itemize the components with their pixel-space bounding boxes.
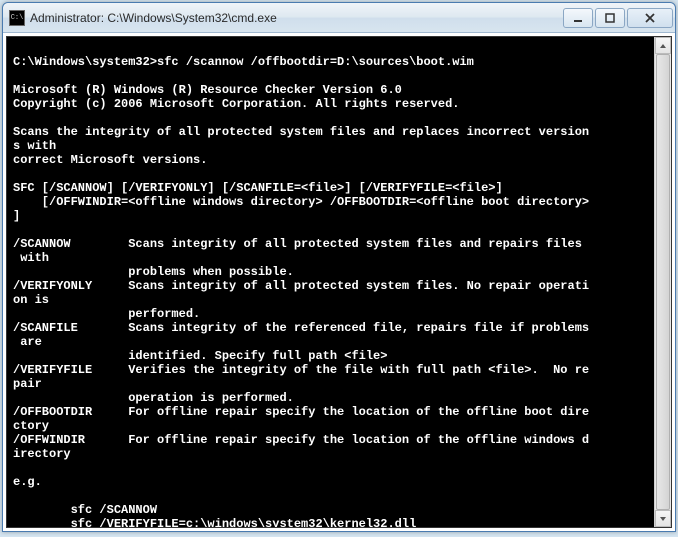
output-line: ctory <box>13 419 49 433</box>
console-area[interactable]: C:\Windows\system32>sfc /scannow /offboo… <box>6 36 672 528</box>
output-line: identified. Specify full path <file> <box>13 349 387 363</box>
output-line: with <box>13 251 49 265</box>
cmd-window: C:\ Administrator: C:\Windows\System32\c… <box>2 2 676 532</box>
output-line: sfc /VERIFYFILE=c:\windows\system32\kern… <box>13 517 416 528</box>
output-line: operation is performed. <box>13 391 294 405</box>
scroll-up-button[interactable] <box>655 37 671 54</box>
output-line: /VERIFYFILE Verifies the integrity of th… <box>13 363 589 377</box>
scroll-thumb[interactable] <box>656 54 670 510</box>
close-button[interactable] <box>627 8 673 28</box>
output-line: irectory <box>13 447 71 461</box>
output-line: /OFFWINDIR For offline repair specify th… <box>13 433 589 447</box>
output-line: performed. <box>13 307 200 321</box>
output-line: [/OFFWINDIR=<offline windows directory> … <box>13 195 589 209</box>
scroll-track[interactable] <box>655 54 671 510</box>
output-line: sfc /SCANNOW <box>13 503 157 517</box>
maximize-button[interactable] <box>595 8 625 28</box>
output-line: Copyright (c) 2006 Microsoft Corporation… <box>13 97 459 111</box>
output-line: problems when possible. <box>13 265 294 279</box>
output-line: correct Microsoft versions. <box>13 153 207 167</box>
console-output: C:\Windows\system32>sfc /scannow /offboo… <box>13 41 671 528</box>
output-line: /OFFBOOTDIR For offline repair specify t… <box>13 405 589 419</box>
output-line: ] <box>13 209 20 223</box>
output-line: /SCANNOW Scans integrity of all protecte… <box>13 237 582 251</box>
titlebar[interactable]: C:\ Administrator: C:\Windows\System32\c… <box>3 3 675 33</box>
output-line: pair <box>13 377 42 391</box>
output-line: Scans the integrity of all protected sys… <box>13 125 589 139</box>
output-line: e.g. <box>13 475 42 489</box>
output-line: s with <box>13 139 56 153</box>
output-line: Microsoft (R) Windows (R) Resource Check… <box>13 83 402 97</box>
output-line: are <box>13 335 42 349</box>
cmd-icon: C:\ <box>9 10 25 26</box>
minimize-button[interactable] <box>563 8 593 28</box>
prompt: C:\Windows\system32> <box>13 55 157 69</box>
scroll-down-button[interactable] <box>655 510 671 527</box>
command-text: sfc /scannow /offbootdir=D:\sources\boot… <box>157 55 474 69</box>
output-line: /VERIFYONLY Scans integrity of all prote… <box>13 279 589 293</box>
window-title: Administrator: C:\Windows\System32\cmd.e… <box>30 11 561 25</box>
vertical-scrollbar[interactable] <box>654 37 671 527</box>
output-line: SFC [/SCANNOW] [/VERIFYONLY] [/SCANFILE=… <box>13 181 503 195</box>
output-line: /SCANFILE Scans integrity of the referen… <box>13 321 589 335</box>
window-controls <box>561 8 673 28</box>
output-line: on is <box>13 293 49 307</box>
